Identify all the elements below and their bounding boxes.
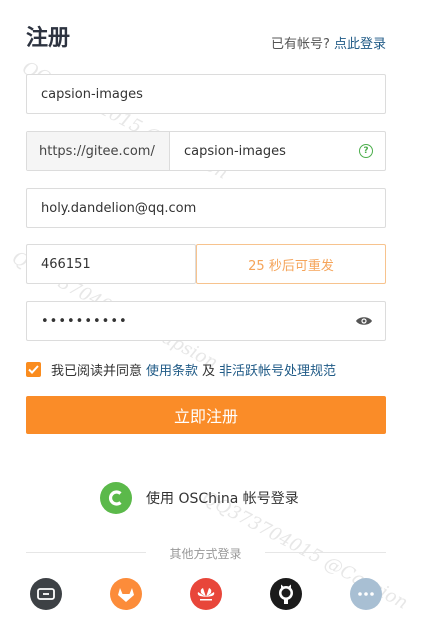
register-button[interactable]: 立即注册 xyxy=(26,396,386,434)
oschina-login-label: 使用 OSChina 帐号登录 xyxy=(146,491,299,507)
agreement-and-text: 及 xyxy=(202,364,216,379)
login-hint: 已有帐号? 点此登录 xyxy=(271,33,386,52)
github-icon[interactable] xyxy=(270,578,302,610)
more-icon[interactable] xyxy=(350,578,382,610)
divider-right xyxy=(265,552,386,553)
password-field[interactable] xyxy=(26,301,386,341)
login-link[interactable]: 点此登录 xyxy=(334,37,386,52)
terms-link[interactable]: 使用条款 xyxy=(146,360,198,379)
agreement-checkbox[interactable] xyxy=(26,362,41,377)
oschina-login-button[interactable]: 使用 OSChina 帐号登录 xyxy=(100,482,299,514)
has-account-text: 已有帐号? xyxy=(270,37,330,52)
path-input[interactable] xyxy=(170,143,359,159)
email-input[interactable] xyxy=(27,200,385,216)
agreement-text: 我已阅读并同意 xyxy=(51,364,143,379)
question-icon[interactable]: ? xyxy=(359,144,373,158)
eye-icon[interactable] xyxy=(355,315,373,327)
username-input[interactable] xyxy=(27,86,385,102)
path-field: https://gitee.com/ ? xyxy=(26,131,386,171)
other-login-label: 其他方式登录 xyxy=(169,547,242,561)
oschina-logo-icon xyxy=(100,482,132,514)
aliyun-icon[interactable] xyxy=(30,578,62,610)
page-title: 注册 xyxy=(26,26,71,51)
huawei-icon[interactable] xyxy=(190,578,222,610)
policy-link[interactable]: 非活跃帐号处理规范 xyxy=(219,360,336,379)
verification-code-field[interactable] xyxy=(26,244,196,284)
gitlab-icon[interactable] xyxy=(110,578,142,610)
verification-code-input[interactable] xyxy=(27,256,195,272)
password-input[interactable] xyxy=(27,313,355,329)
divider-left xyxy=(26,552,146,553)
resend-code-button[interactable]: 25 秒后可重发 xyxy=(196,244,386,284)
path-prefix: https://gitee.com/ xyxy=(27,132,170,170)
agreement-row: 我已阅读并同意 使用条款 及 非活跃帐号处理规范 xyxy=(26,360,340,379)
username-field[interactable] xyxy=(26,74,386,114)
email-field[interactable] xyxy=(26,188,386,228)
